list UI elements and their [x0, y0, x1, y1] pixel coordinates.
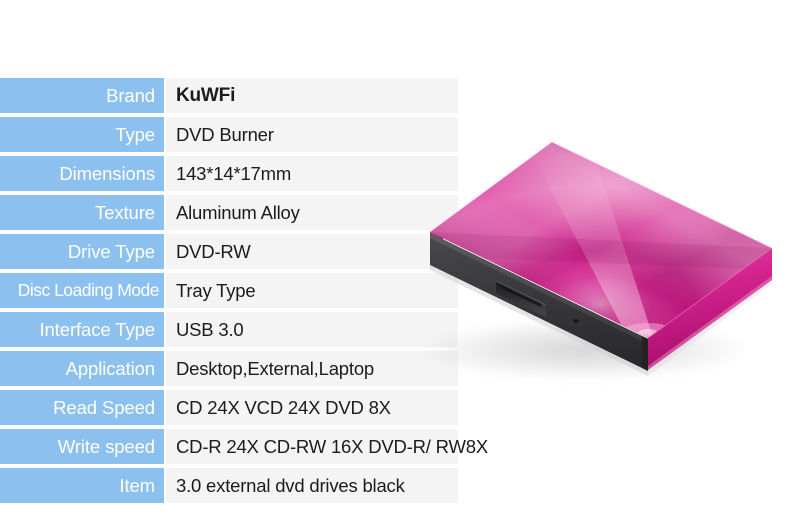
- spec-label: Interface Type: [0, 312, 164, 347]
- spec-label: Type: [0, 117, 164, 152]
- spec-value-cell: CD-R 24X CD-RW 16X DVD-R/ RW8X: [166, 429, 488, 464]
- spec-label: Application: [0, 351, 164, 386]
- spec-label: Dimensions: [0, 156, 164, 191]
- spec-label: Texture: [0, 195, 164, 230]
- spec-value: CD-R 24X CD-RW 16X DVD-R/ RW8X: [176, 435, 488, 457]
- spec-label: Brand: [0, 78, 164, 113]
- spec-label: Drive Type: [0, 234, 164, 269]
- spec-value-cell: 3.0 external dvd drives black: [166, 468, 470, 503]
- spec-label: Write speed: [0, 429, 164, 464]
- led-indicator: [573, 319, 579, 323]
- spec-label: Read Speed: [0, 390, 164, 425]
- spec-label: Disc Loading Mode: [0, 273, 164, 308]
- spec-row: Item 3.0 external dvd drives black: [0, 468, 470, 503]
- spec-label: Item: [0, 468, 164, 503]
- spec-row: Brand KuWFi: [0, 78, 470, 113]
- dvd-drive-illustration: [429, 141, 773, 376]
- spec-value: KuWFi: [176, 84, 236, 106]
- spec-value: 3.0 external dvd drives black: [176, 474, 405, 496]
- spec-row: Write speed CD-R 24X CD-RW 16X DVD-R/ RW8…: [0, 429, 488, 464]
- spec-value-cell: KuWFi: [166, 78, 470, 113]
- product-image: [400, 120, 800, 410]
